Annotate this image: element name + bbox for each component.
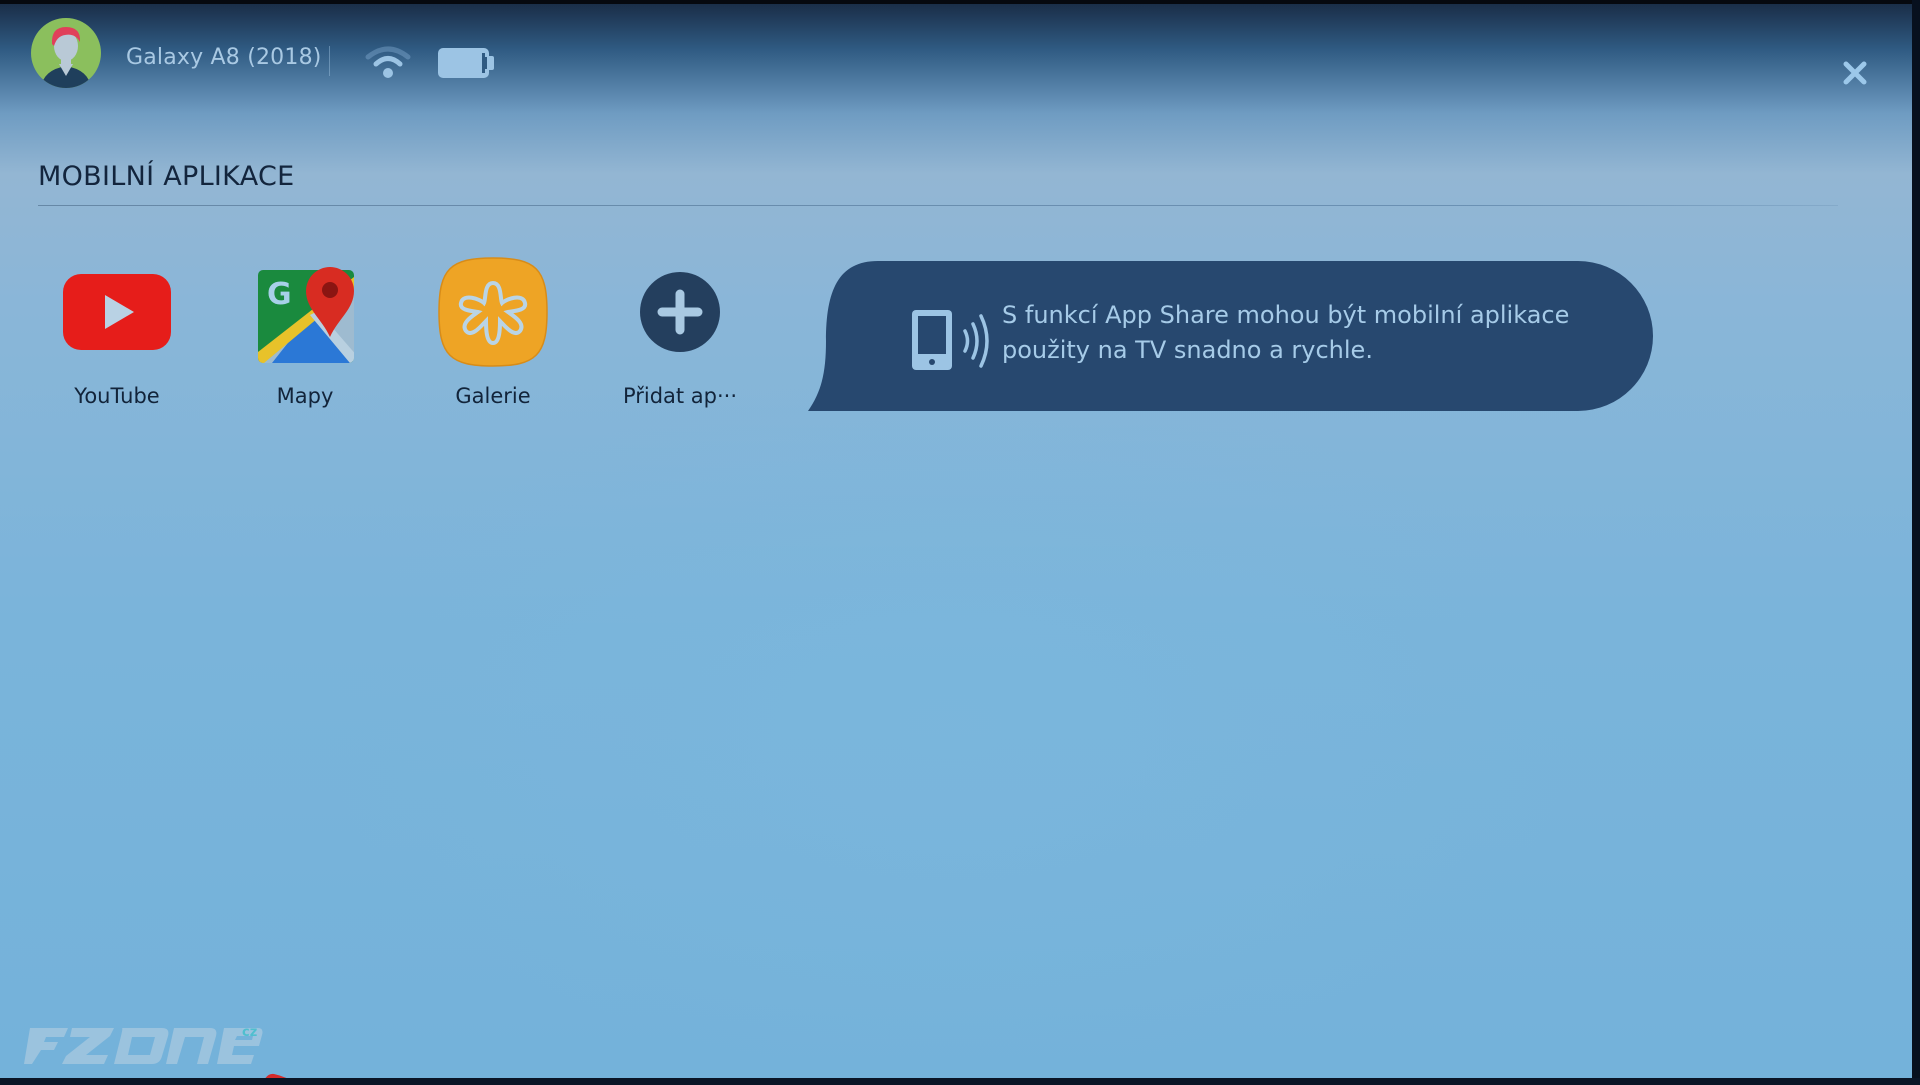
device-name: Galaxy A8 (2018) (126, 45, 322, 70)
app-maps[interactable]: G Mapy (230, 252, 380, 422)
section-title: MOBILNÍ APLIKACE (38, 161, 295, 192)
app-youtube[interactable]: YouTube (42, 252, 192, 422)
wifi-icon (365, 46, 411, 78)
watermark-suffix: cz (242, 1025, 257, 1040)
app-gallery[interactable]: Galerie (418, 252, 568, 422)
svg-text:G: G (267, 277, 292, 312)
signal-waves-icon (963, 314, 989, 368)
tv-bezel-right (1912, 0, 1920, 1085)
close-icon[interactable] (1839, 57, 1871, 89)
header-divider (329, 46, 330, 76)
app-share-screen: Galaxy A8 (2018) MOBILNÍ APLIKACE YouTub… (0, 4, 1912, 1078)
add-app-button[interactable]: Přidat ap··· (605, 252, 755, 422)
add-icon (640, 272, 720, 352)
fzone-watermark: cz (24, 1025, 263, 1064)
tv-bezel-bottom (0, 1078, 1920, 1085)
section-divider (38, 205, 1838, 206)
battery-icon (438, 48, 494, 78)
app-label: YouTube (74, 384, 160, 408)
app-share-message: S funkcí App Share mohou být mobilní apl… (1002, 301, 1570, 364)
user-avatar-icon (31, 18, 101, 88)
gallery-icon (438, 257, 548, 367)
app-label: Mapy (276, 384, 334, 408)
app-label: Galerie (455, 384, 531, 408)
phone-share-icon (912, 310, 952, 370)
app-share-info-bubble: S funkcí App Share mohou být mobilní apl… (808, 261, 1653, 414)
app-label: Přidat ap··· (622, 384, 738, 408)
google-maps-icon: G (258, 267, 354, 363)
youtube-icon (63, 274, 171, 350)
